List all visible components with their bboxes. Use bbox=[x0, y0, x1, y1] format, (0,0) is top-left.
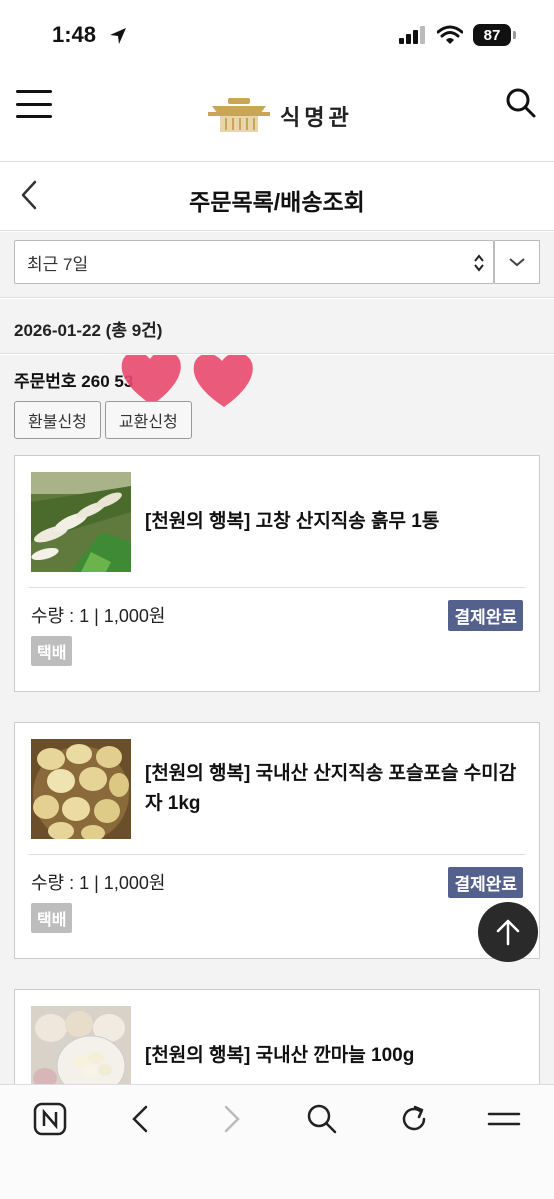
product-card[interactable]: [천원의 행복] 국내산 산지직송 포슬포슬 수미감자 1kg 수량 : 1 |… bbox=[14, 722, 540, 959]
logo-text: 식명관 bbox=[280, 105, 353, 130]
product-name[interactable]: [천원의 행복] 고창 산지직송 흙무 1통 bbox=[145, 456, 519, 588]
search-icon[interactable] bbox=[504, 86, 538, 120]
location-arrow-icon bbox=[110, 28, 126, 44]
browser-toolbar bbox=[0, 1084, 554, 1199]
product-image-potato[interactable] bbox=[31, 739, 131, 839]
status-time: 1:48 bbox=[52, 22, 97, 47]
refund-button[interactable]: 환불신청 bbox=[14, 401, 101, 439]
product-info: [천원의 행복] 국내산 산지직송 포슬포슬 수미감자 1kg bbox=[29, 723, 525, 855]
filter-area: 최근 7일 bbox=[0, 232, 554, 298]
browser-back-icon[interactable] bbox=[122, 1101, 158, 1137]
updown-icon bbox=[474, 254, 484, 272]
delivery-type-badge: 택배 bbox=[31, 636, 73, 666]
status-indicators: 87 bbox=[399, 24, 516, 46]
period-select[interactable]: 최근 7일 bbox=[14, 240, 494, 284]
wifi-icon bbox=[437, 25, 463, 44]
product-name[interactable]: [천원의 행복] 국내산 깐마늘 100g bbox=[145, 990, 519, 1085]
order-number: 주문번호 260 53 bbox=[14, 372, 134, 391]
signal-icon bbox=[399, 26, 425, 44]
product-image-garlic[interactable] bbox=[31, 1006, 131, 1085]
product-card[interactable]: [천원의 행복] 고창 산지직송 흙무 1통 수량 : 1 | 1,000원 결… bbox=[14, 455, 540, 692]
period-dropdown-button[interactable] bbox=[494, 240, 540, 284]
product-info: [천원의 행복] 고창 산지직송 흙무 1통 bbox=[29, 456, 525, 588]
delivery-type-badge: 택배 bbox=[31, 903, 73, 933]
menu-icon[interactable] bbox=[16, 90, 52, 118]
scroll-top-button[interactable] bbox=[478, 902, 538, 962]
exchange-button[interactable]: 교환신청 bbox=[104, 401, 192, 439]
page-title: 주문목록/배송조회 bbox=[189, 189, 365, 215]
naver-icon[interactable] bbox=[32, 1101, 68, 1137]
logo-icon bbox=[208, 98, 270, 132]
payment-status-badge: 결제완료 bbox=[448, 867, 523, 898]
chevron-down-icon bbox=[509, 258, 525, 267]
qty-price: 수량 : 1 | 1,000원 bbox=[31, 606, 166, 626]
product-name[interactable]: [천원의 행복] 국내산 산지직송 포슬포슬 수미감자 1kg bbox=[145, 723, 519, 855]
product-image-radish[interactable] bbox=[31, 472, 131, 572]
battery-icon: 87 bbox=[473, 24, 511, 46]
logo[interactable]: 식명관 bbox=[208, 98, 353, 134]
product-card[interactable]: [천원의 행복] 국내산 깐마늘 100g bbox=[14, 989, 540, 1085]
browser-forward-icon bbox=[214, 1101, 250, 1137]
battery-tip bbox=[513, 31, 516, 39]
product-info: [천원의 행복] 국내산 깐마늘 100g bbox=[29, 990, 525, 1085]
order-date-label: 2026-01-22 (총 9건) bbox=[0, 299, 554, 354]
period-select-value: 최근 7일 bbox=[27, 254, 89, 274]
payment-status-badge: 결제완료 bbox=[448, 600, 523, 631]
qty-price: 수량 : 1 | 1,000원 bbox=[31, 873, 166, 893]
order-section: 주문번호 260 53 환불신청 교환신청 [천원의 행복] 고창 산지직송 흙… bbox=[0, 355, 554, 1085]
tabs-icon[interactable] bbox=[486, 1101, 522, 1137]
site-header: 식명관 bbox=[0, 72, 554, 162]
browser-search-icon[interactable] bbox=[304, 1101, 340, 1137]
reload-icon[interactable] bbox=[396, 1101, 432, 1137]
arrow-up-icon bbox=[496, 919, 520, 946]
order-actions: 환불신청 교환신청 bbox=[14, 401, 192, 439]
title-bar: 주문목록/배송조회 bbox=[0, 163, 554, 231]
status-bar: 1:48 87 bbox=[0, 0, 554, 72]
